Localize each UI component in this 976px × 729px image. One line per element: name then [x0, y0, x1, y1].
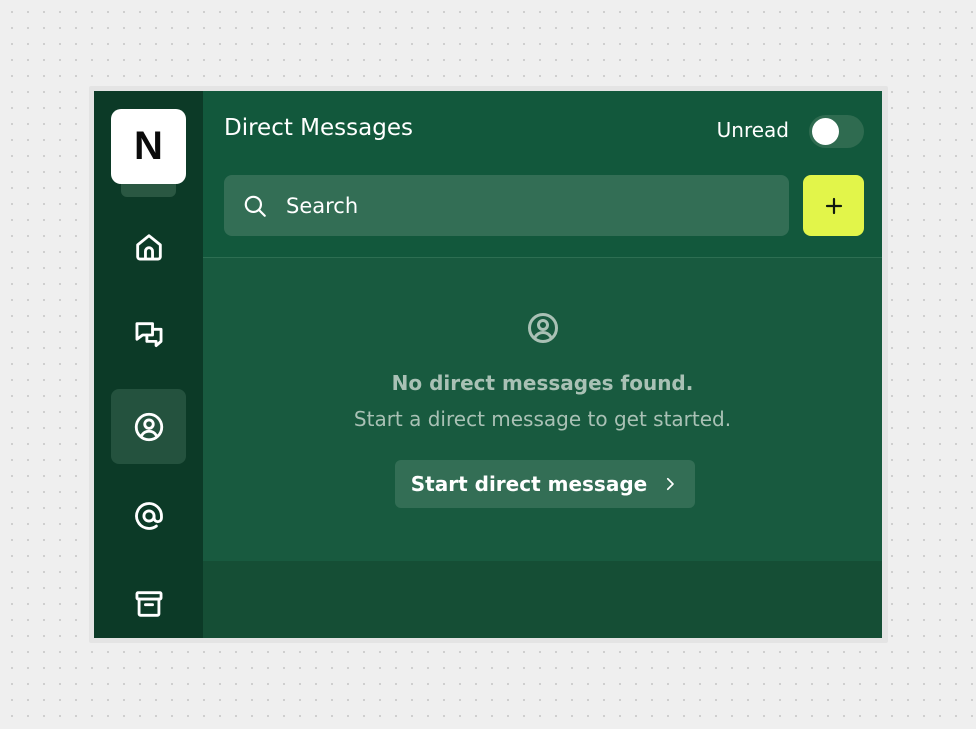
- start-direct-message-label: Start direct message: [410, 472, 648, 496]
- user-circle-icon: [527, 313, 558, 343]
- panel-header: Direct Messages Unread: [203, 91, 882, 258]
- direct-messages-panel: Direct Messages Unread Search No direct …: [203, 91, 882, 638]
- app-window: N Direct Messages Unread Search No direc…: [94, 91, 882, 638]
- page-title: Direct Messages: [224, 115, 413, 141]
- sidebar-rail: N: [94, 91, 203, 638]
- sidebar-item-chats[interactable]: [111, 297, 186, 372]
- sidebar-item-direct-messages[interactable]: [111, 389, 186, 464]
- sidebar-item-archive[interactable]: [111, 566, 186, 638]
- sidebar-item-mentions[interactable]: [111, 478, 186, 553]
- empty-state: No direct messages found. Start a direct…: [203, 258, 882, 561]
- chat-bubbles-icon: [135, 321, 162, 347]
- workspace-switcher[interactable]: N: [111, 109, 186, 197]
- search-icon: [244, 195, 266, 217]
- user-circle-icon: [134, 412, 163, 441]
- workspace-logo[interactable]: N: [111, 109, 186, 184]
- panel-footer: [203, 561, 882, 638]
- empty-state-icon: [525, 310, 561, 346]
- at-sign-icon: [134, 501, 163, 530]
- chevron-right-icon: [667, 477, 675, 491]
- search-input[interactable]: [284, 192, 768, 219]
- toggle-knob: [812, 118, 839, 145]
- empty-state-title: No direct messages found.: [391, 371, 694, 395]
- archive-box-icon: [135, 590, 162, 617]
- new-message-button[interactable]: [803, 175, 864, 236]
- search-box[interactable]: [224, 175, 789, 236]
- empty-state-description: Start a direct message to get started.: [353, 407, 732, 431]
- unread-toggle-label: Unread: [716, 118, 789, 142]
- home-icon: [135, 233, 162, 260]
- start-direct-message-button[interactable]: Start direct message: [395, 460, 695, 508]
- unread-toggle[interactable]: [809, 115, 864, 148]
- sidebar-item-home[interactable]: [111, 209, 186, 284]
- plus-icon: [825, 197, 842, 214]
